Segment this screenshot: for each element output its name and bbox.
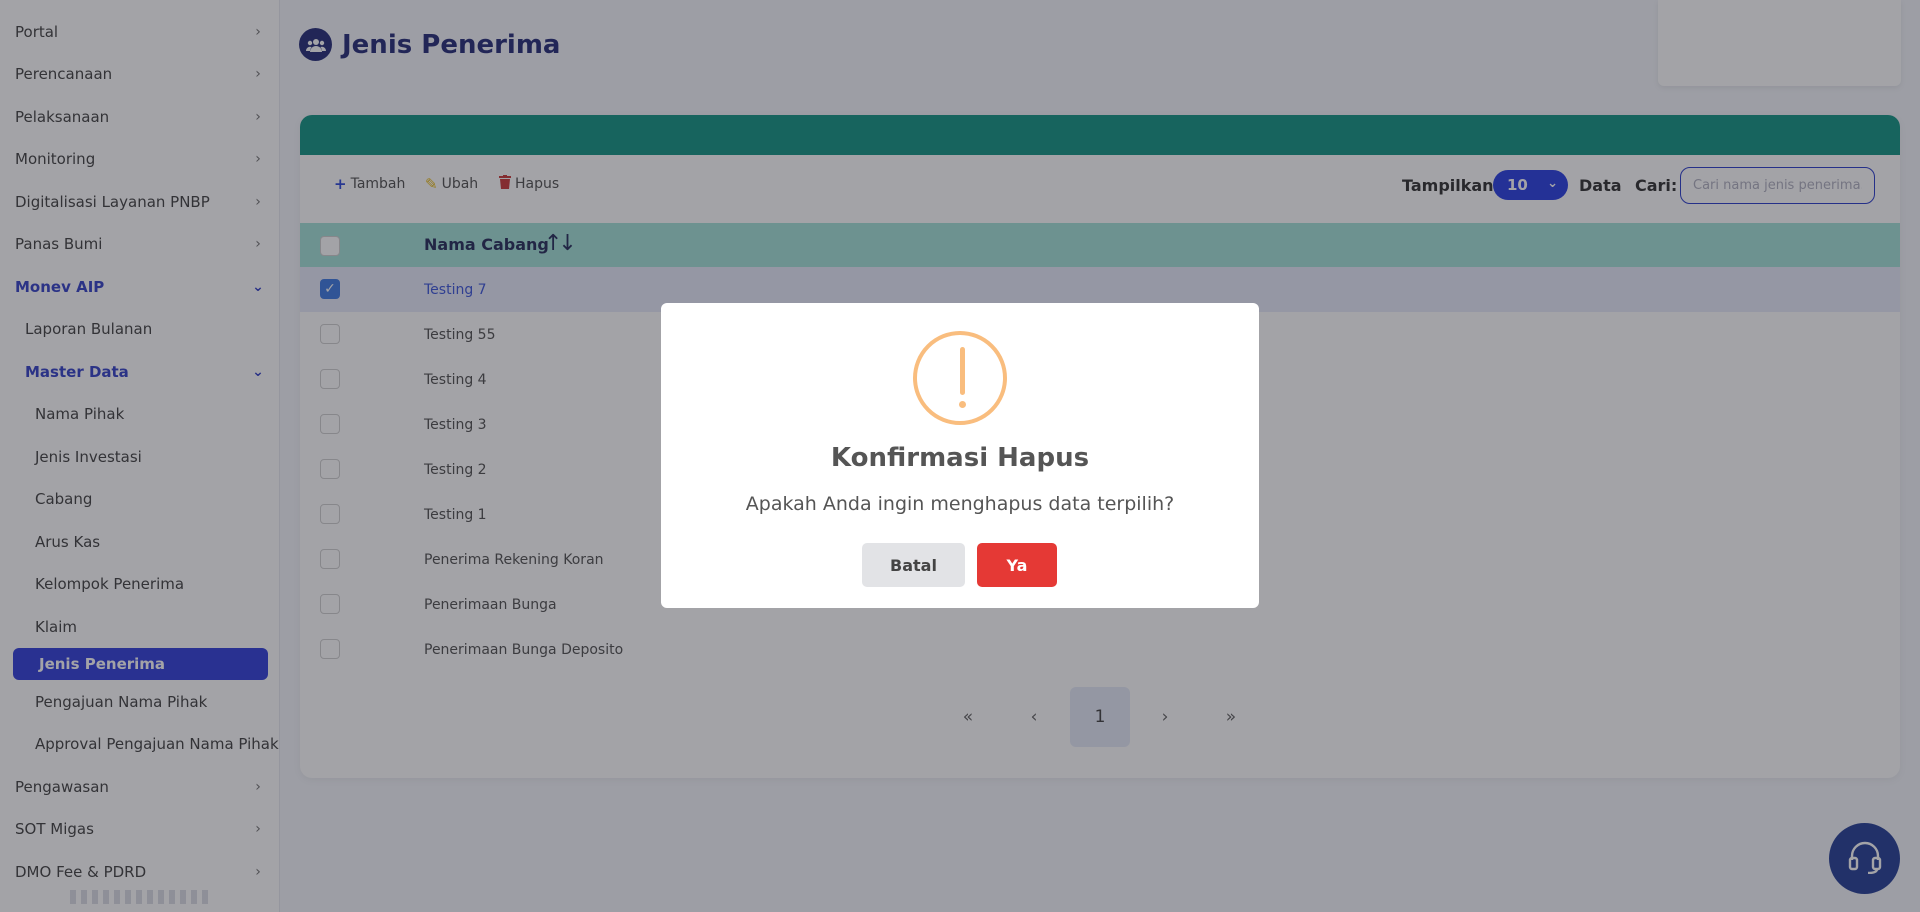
dialog-title: Konfirmasi Hapus bbox=[830, 443, 1090, 473]
warning-icon bbox=[913, 331, 1007, 425]
dialog-message: Apakah Anda ingin menghapus data terpili… bbox=[745, 493, 1175, 515]
confirm-delete-dialog: Konfirmasi Hapus Apakah Anda ingin mengh… bbox=[661, 303, 1259, 608]
modal-backdrop[interactable]: Konfirmasi Hapus Apakah Anda ingin mengh… bbox=[0, 0, 1920, 912]
cancel-button[interactable]: Batal bbox=[862, 543, 965, 587]
confirm-button[interactable]: Ya bbox=[977, 543, 1057, 587]
